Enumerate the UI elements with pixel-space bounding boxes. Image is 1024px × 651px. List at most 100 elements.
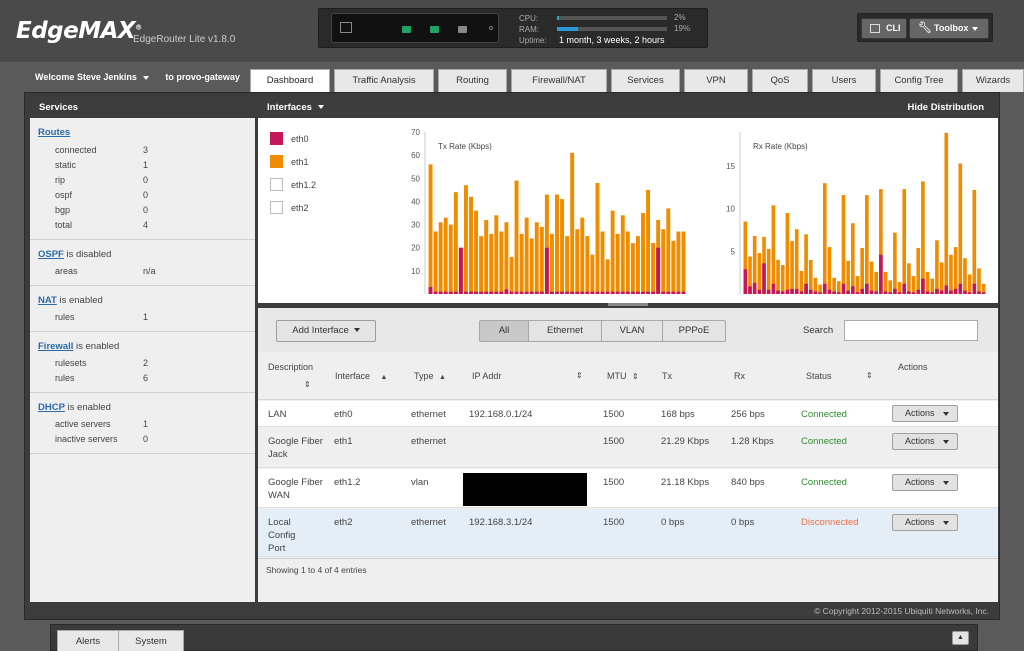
tab-config-tree[interactable]: Config Tree [880, 69, 958, 92]
y-tick-label: 5 [731, 247, 736, 256]
bar-eth1 [841, 195, 846, 294]
tab-users[interactable]: Users [812, 69, 876, 92]
bar-eth0 [855, 292, 860, 294]
col-rx[interactable]: Rx [734, 371, 745, 381]
col-type[interactable]: Type ▲ [414, 371, 446, 381]
bar-eth0 [620, 291, 625, 294]
tab-vpn[interactable]: VPN [684, 69, 748, 92]
tab-qos[interactable]: QoS [752, 69, 808, 92]
col-ip-addr[interactable]: IP Addr ⇕ [472, 371, 583, 381]
col-interface[interactable]: Interface ▲ [335, 371, 387, 381]
bar-eth0 [925, 291, 930, 294]
cell-rx: 256 bps [731, 409, 765, 420]
bar-eth0 [676, 291, 681, 294]
search-input[interactable] [844, 320, 978, 341]
cell-tx: 168 bps [661, 409, 695, 420]
bar-eth0 [972, 283, 977, 294]
bar-eth1 [780, 265, 785, 294]
filter-all[interactable]: All [479, 320, 529, 342]
ospf-link[interactable]: OSPF [38, 249, 64, 260]
hide-distribution-link[interactable]: Hide Distribution [907, 98, 984, 118]
stat-row: rulesets 2 [55, 358, 149, 368]
y-tick-label: 10 [411, 267, 420, 276]
legend-label: eth1.2 [291, 180, 317, 190]
cli-button[interactable]: CLI [861, 18, 907, 39]
routes-link[interactable]: Routes [38, 127, 70, 138]
toolbox-label: Toolbox [934, 23, 969, 33]
cell-tx: 0 bps [661, 517, 685, 528]
bar-eth0 [771, 283, 776, 294]
tab-firewall-nat[interactable]: Firewall/NAT [511, 69, 607, 92]
tab-routing[interactable]: Routing [438, 69, 507, 92]
col-actions: Actions [898, 362, 928, 372]
stat-row: rip 0 [55, 175, 149, 185]
interfaces-header: Interfaces Hide Distribution [258, 98, 998, 118]
y-tick-label: 20 [411, 244, 420, 253]
bar-eth1 [893, 232, 897, 294]
filter-vlan[interactable]: VLAN [601, 320, 663, 342]
bar-eth1 [514, 180, 519, 294]
bar-eth1 [433, 231, 438, 294]
tab-dashboard[interactable]: Dashboard [250, 69, 330, 92]
chevron-down-icon [943, 412, 949, 416]
tab-services[interactable]: Services [611, 69, 680, 92]
nat-section: NAT is enabled rules 1 [30, 286, 255, 332]
cell-description: Local Config Port [268, 517, 296, 554]
bar-eth1 [925, 271, 930, 294]
bar-eth1 [519, 233, 524, 294]
firewall-link[interactable]: Firewall [38, 341, 73, 352]
bar-eth0 [661, 291, 666, 294]
filter-ethernet[interactable]: Ethernet [528, 320, 602, 342]
add-interface-button[interactable]: Add Interface [276, 320, 376, 342]
bar-eth1 [790, 241, 794, 294]
tab-alerts[interactable]: Alerts [57, 630, 119, 651]
bar-eth1 [676, 231, 681, 294]
actions-button[interactable]: Actions [892, 514, 958, 531]
bar-eth0 [519, 291, 524, 294]
bar-eth1 [524, 217, 529, 294]
table-row: Google Fiber WAN eth1.2 vlan 1500 21.18 … [258, 469, 998, 508]
table-toolbar: Add Interface All Ethernet VLAN PPPoE Se… [258, 308, 998, 352]
bar-eth1 [860, 247, 864, 294]
bar-eth1 [939, 262, 944, 294]
col-tx[interactable]: Tx [662, 371, 672, 381]
col-mtu[interactable]: MTU ⇕ [607, 371, 639, 381]
bar-eth1 [846, 260, 850, 294]
bar-eth0 [888, 292, 893, 294]
table-footer: Showing 1 to 4 of 4 entries [258, 558, 998, 580]
ospf-status: is disabled [63, 249, 112, 260]
bar-eth0 [494, 291, 499, 294]
cpu-label: CPU: [519, 14, 539, 23]
actions-button[interactable]: Actions [892, 433, 958, 450]
bar-eth1 [907, 263, 911, 294]
bar-eth1 [681, 231, 686, 294]
dhcp-link[interactable]: DHCP [38, 402, 65, 413]
toolbox-button[interactable]: 🔧︎ Toolbox [909, 18, 989, 39]
expand-panel-button[interactable]: ▲ [952, 631, 969, 645]
actions-button[interactable]: Actions [892, 474, 958, 491]
tab-wizards[interactable]: Wizards [962, 69, 1024, 92]
actions-button[interactable]: Actions [892, 405, 958, 422]
rx-rate-chart: 5 10 15 Rx Rate (Kbps) [726, 132, 986, 294]
filter-pppoe[interactable]: PPPoE [662, 320, 726, 342]
tab-traffic-analysis[interactable]: Traffic Analysis [334, 69, 434, 92]
bar-eth1 [850, 223, 855, 294]
user-menu[interactable]: Welcome Steve Jenkins to provo-gateway [35, 72, 240, 82]
col-description[interactable]: Description ⇕ [268, 362, 313, 389]
interfaces-dropdown[interactable]: Interfaces [267, 102, 324, 113]
legend-label: eth1 [291, 157, 309, 167]
bar-eth0 [463, 291, 468, 294]
nat-link[interactable]: NAT [38, 295, 57, 306]
bar-eth1 [822, 183, 827, 294]
bar-eth1 [453, 192, 458, 294]
col-status[interactable]: Status ⇕ [806, 371, 873, 381]
bar-eth0 [635, 291, 640, 294]
resize-handle[interactable] [608, 303, 648, 306]
bar-eth1 [565, 236, 570, 294]
dhcp-status: is enabled [64, 402, 111, 413]
console-port-icon [340, 22, 352, 33]
bar-eth1 [555, 194, 559, 294]
tab-system[interactable]: System [118, 630, 184, 651]
bar-eth0 [509, 291, 514, 294]
sort-icon: ⇕ [866, 371, 873, 380]
